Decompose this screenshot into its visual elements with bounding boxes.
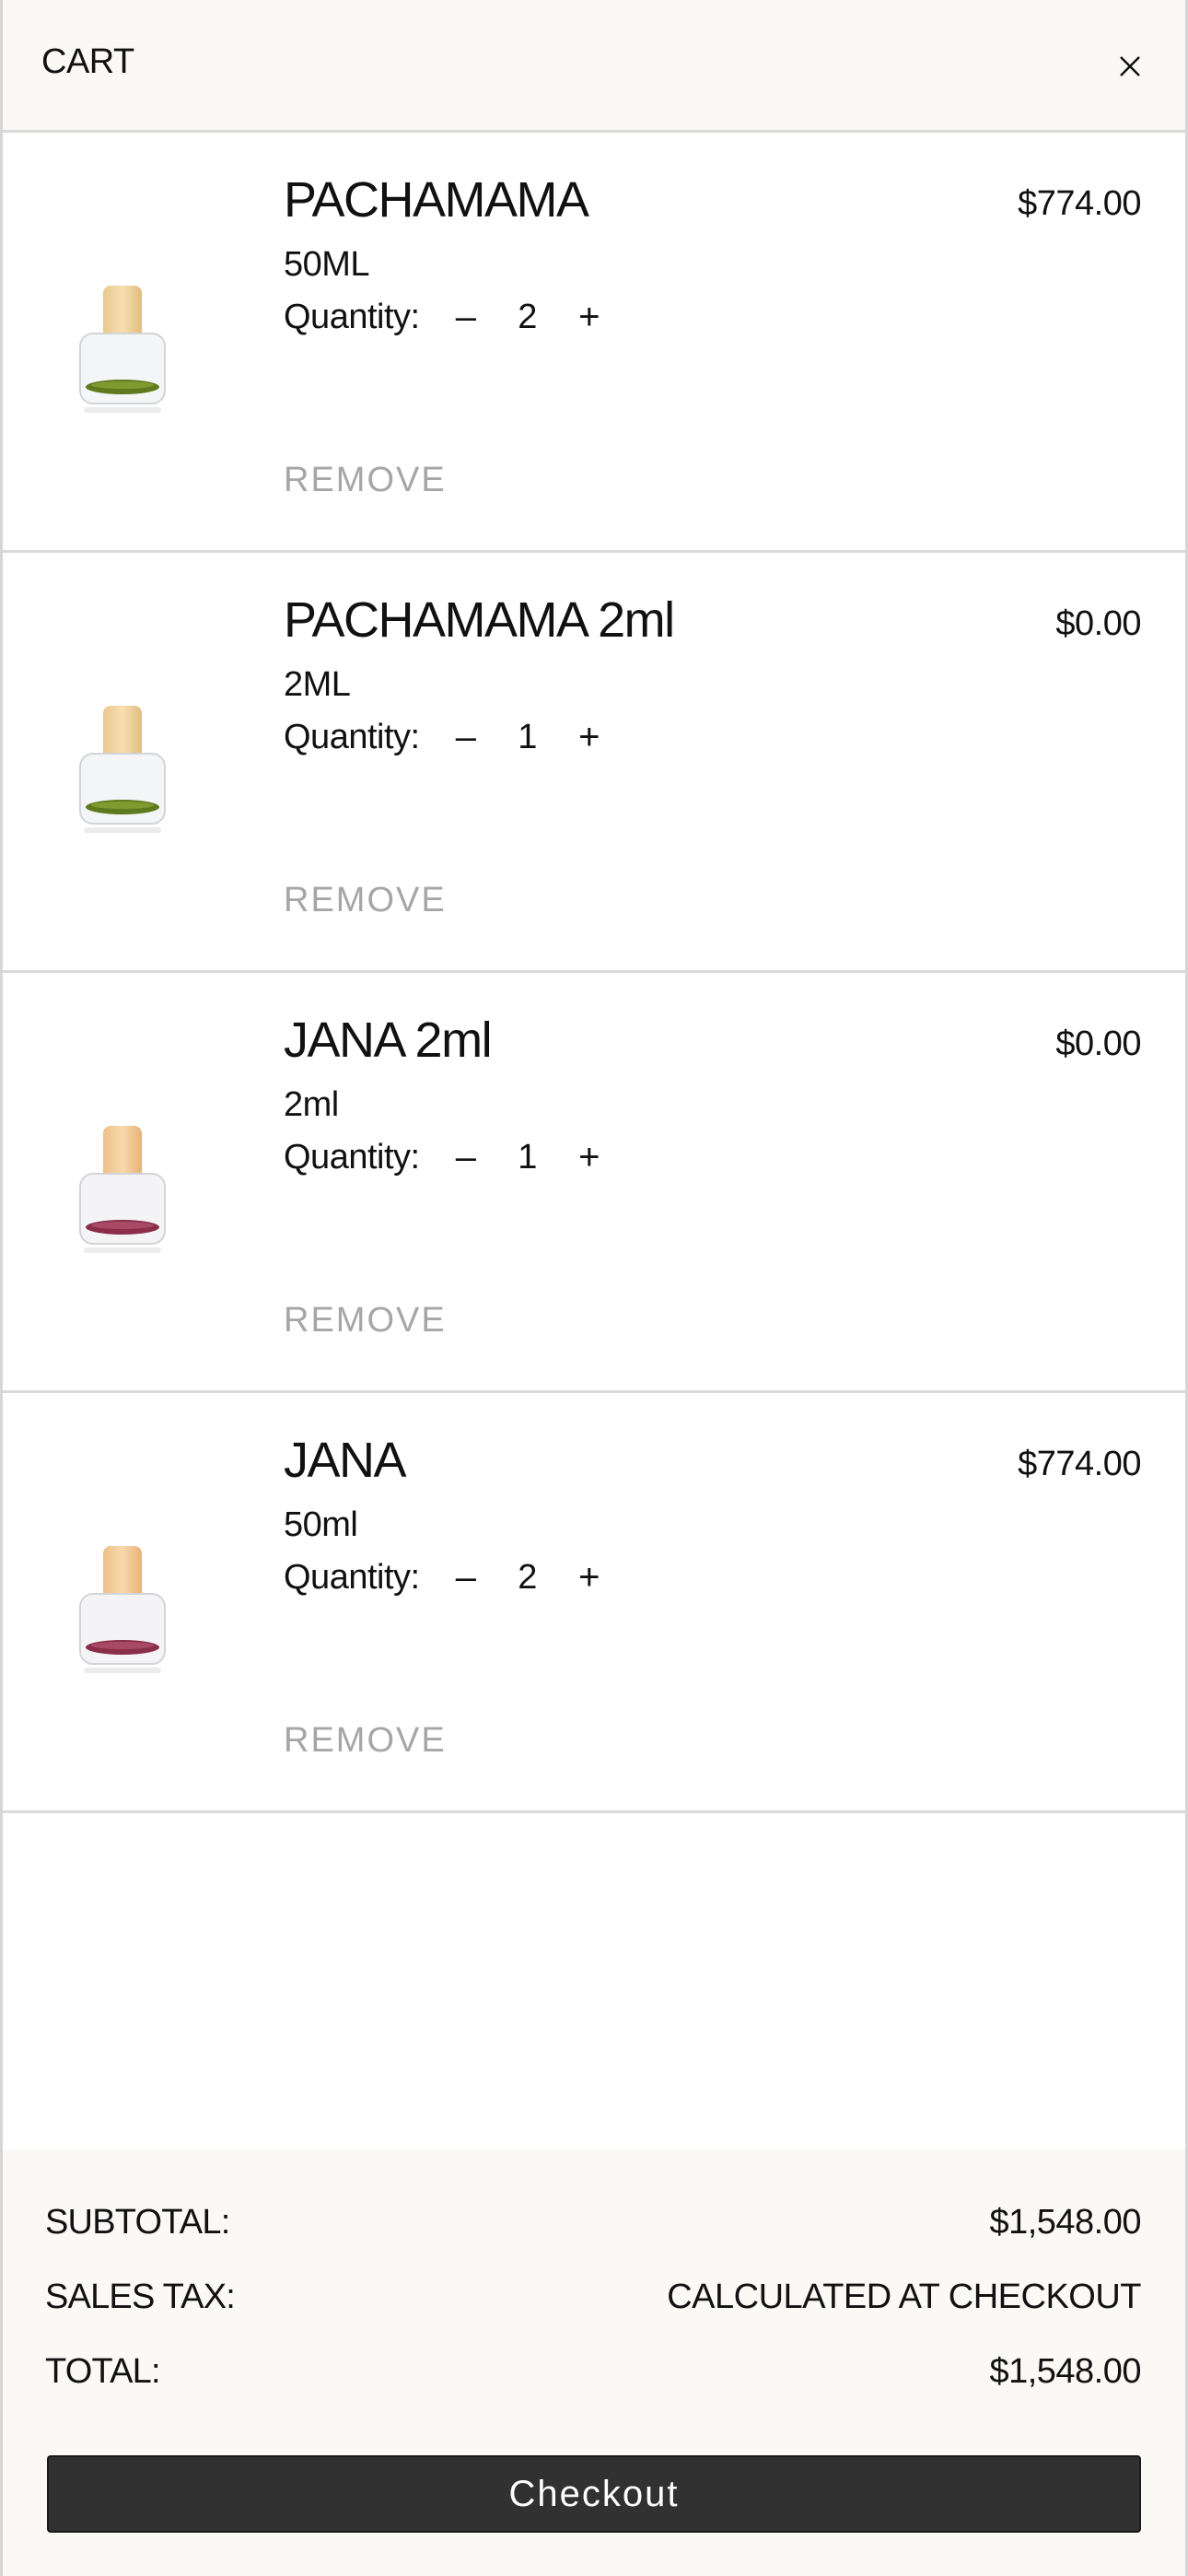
perfume-bottle-red-icon[interactable] — [75, 1118, 170, 1257]
perfume-bottle-green-icon[interactable] — [75, 278, 170, 416]
total-value: $1,548.00 — [989, 2352, 1141, 2391]
increment-button[interactable]: + — [562, 1551, 617, 1603]
cart-title: CART — [41, 42, 134, 81]
sales-tax-value: CALCULATED AT CHECKOUT — [667, 2277, 1141, 2316]
cart-summary: SUBTOTAL: $1,548.00 SALES TAX: CALCULATE… — [3, 2149, 1185, 2576]
cart-item: JANA $774.00 50ml Quantity: – 2 + REMOVE — [3, 1393, 1185, 1813]
item-name[interactable]: JANA 2ml — [284, 1012, 493, 1069]
increment-button[interactable]: + — [562, 1131, 617, 1183]
quantity-stepper: Quantity: – 1 + — [284, 711, 617, 763]
cart-item: PACHAMAMA 2ml $0.00 2ML Quantity: – 1 + … — [3, 553, 1185, 973]
sales-tax-label: SALES TAX: — [45, 2277, 236, 2316]
decrement-button[interactable]: – — [438, 291, 494, 343]
quantity-label: Quantity: — [284, 1557, 420, 1597]
remove-button[interactable]: REMOVE — [284, 461, 447, 500]
cart-item: JANA 2ml $0.00 2ml Quantity: – 1 + REMOV… — [3, 973, 1185, 1393]
sales-tax-row: SALES TAX: CALCULATED AT CHECKOUT — [45, 2277, 1141, 2317]
quantity-stepper: Quantity: – 2 + — [284, 1551, 617, 1603]
item-price: $774.00 — [1018, 184, 1141, 223]
item-variant: 50ML — [284, 245, 370, 284]
item-name[interactable]: JANA — [284, 1432, 407, 1489]
quantity-label: Quantity: — [284, 717, 420, 756]
quantity-value: 2 — [518, 1557, 537, 1597]
item-variant: 50ml — [284, 1505, 358, 1544]
item-price: $0.00 — [1055, 604, 1141, 643]
checkout-button[interactable]: Checkout — [47, 2455, 1141, 2533]
item-name[interactable]: PACHAMAMA — [284, 171, 589, 228]
item-name[interactable]: PACHAMAMA 2ml — [284, 591, 675, 649]
increment-button[interactable]: + — [562, 711, 617, 763]
quantity-label: Quantity: — [284, 1137, 420, 1177]
cart-drawer: CART PACHAMAMA $774.00 50ML Quantity: – … — [0, 0, 1188, 2576]
cart-item: PACHAMAMA $774.00 50ML Quantity: – 2 + R… — [3, 133, 1185, 553]
item-price: $774.00 — [1018, 1445, 1141, 1483]
quantity-value: 1 — [518, 717, 537, 756]
cart-header: CART — [3, 0, 1185, 133]
increment-button[interactable]: + — [562, 291, 617, 343]
cart-items-list: PACHAMAMA $774.00 50ML Quantity: – 2 + R… — [3, 133, 1185, 1813]
decrement-button[interactable]: – — [438, 1131, 494, 1183]
remove-button[interactable]: REMOVE — [284, 1301, 447, 1341]
subtotal-row: SUBTOTAL: $1,548.00 — [45, 2203, 1141, 2242]
decrement-button[interactable]: – — [438, 711, 494, 763]
perfume-bottle-red-icon[interactable] — [75, 1539, 170, 1677]
decrement-button[interactable]: – — [438, 1551, 494, 1603]
quantity-value: 2 — [518, 297, 537, 336]
subtotal-label: SUBTOTAL: — [45, 2203, 230, 2242]
item-price: $0.00 — [1055, 1025, 1141, 1063]
close-icon[interactable] — [1112, 48, 1148, 85]
total-label: TOTAL: — [45, 2352, 161, 2391]
quantity-value: 1 — [518, 1137, 537, 1177]
quantity-stepper: Quantity: – 2 + — [284, 291, 617, 343]
item-variant: 2ML — [284, 665, 351, 704]
total-row: TOTAL: $1,548.00 — [45, 2352, 1141, 2392]
remove-button[interactable]: REMOVE — [284, 881, 447, 920]
item-variant: 2ml — [284, 1085, 339, 1124]
quantity-stepper: Quantity: – 1 + — [284, 1131, 617, 1183]
subtotal-value: $1,548.00 — [989, 2203, 1141, 2242]
remove-button[interactable]: REMOVE — [284, 1721, 447, 1761]
quantity-label: Quantity: — [284, 297, 420, 336]
perfume-bottle-green-icon[interactable] — [75, 698, 170, 837]
